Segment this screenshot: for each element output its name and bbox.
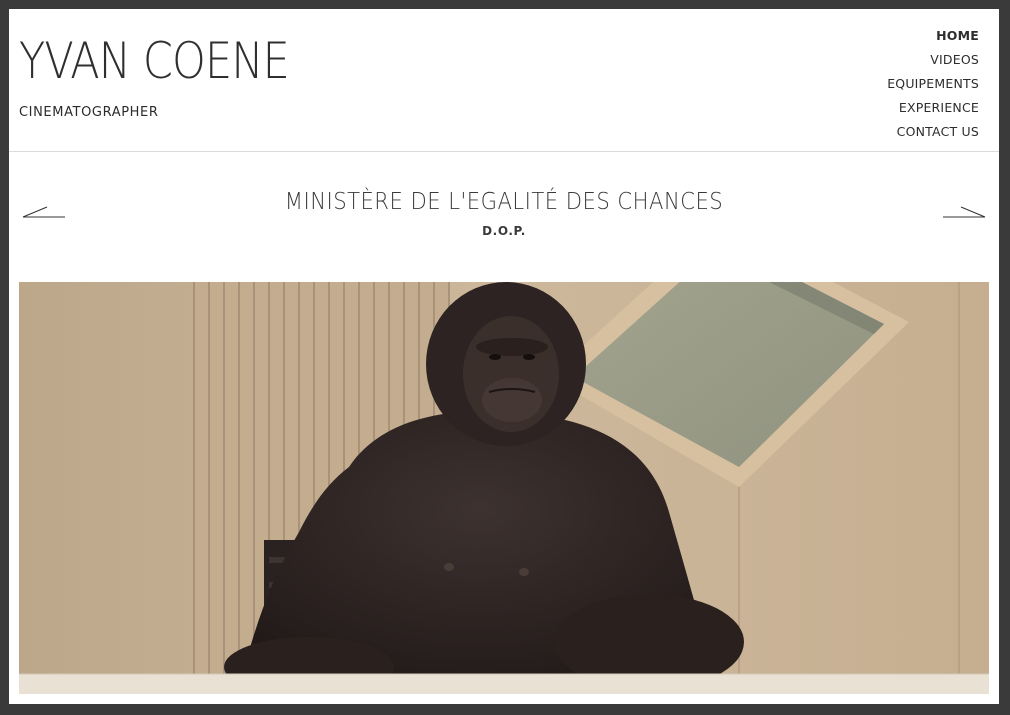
project-title: MINISTÈRE DE L'EGALITÉ DES CHANCES bbox=[284, 189, 724, 215]
nav-item-home[interactable]: HOME bbox=[887, 24, 979, 48]
nav-item-videos[interactable]: VIDEOS bbox=[887, 48, 979, 72]
site-title[interactable]: YVAN COENE bbox=[19, 31, 290, 91]
page-frame: YVAN COENE CINEMATOGRAPHER HOME VIDEOS E… bbox=[9, 9, 999, 704]
nav-item-contact-us[interactable]: CONTACT US bbox=[887, 120, 979, 144]
nav-item-equipements[interactable]: EQUIPEMENTS bbox=[887, 72, 979, 96]
nav-item-experience[interactable]: EXPERIENCE bbox=[887, 96, 979, 120]
site-tagline: CINEMATOGRAPHER bbox=[19, 105, 159, 120]
hero-image bbox=[19, 282, 989, 694]
arrow-right-icon[interactable] bbox=[941, 205, 987, 219]
project-role: D.O.P. bbox=[482, 224, 526, 238]
chimpanzee-photo bbox=[19, 282, 989, 694]
main-nav: HOME VIDEOS EQUIPEMENTS EXPERIENCE CONTA… bbox=[887, 24, 979, 144]
site-header: YVAN COENE CINEMATOGRAPHER HOME VIDEOS E… bbox=[9, 9, 999, 152]
